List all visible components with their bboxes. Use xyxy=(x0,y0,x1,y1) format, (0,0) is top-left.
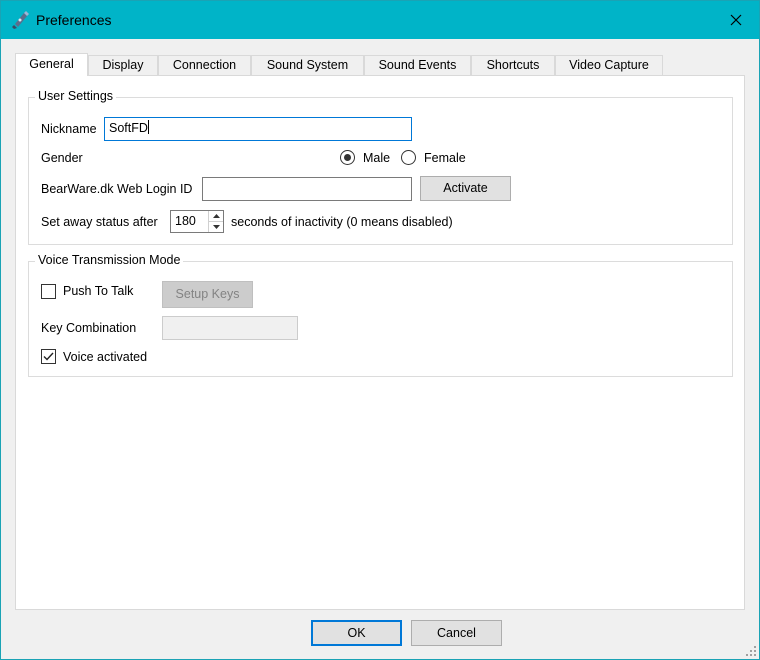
voice-mode-group: Voice Transmission Mode Push To Talk Set… xyxy=(28,253,733,377)
key-combination-field[interactable] xyxy=(162,316,298,340)
away-seconds-value: 180 xyxy=(175,214,196,228)
push-to-talk-checkbox[interactable] xyxy=(41,284,56,299)
gender-male-radio[interactable] xyxy=(340,150,355,165)
tab-general[interactable]: General xyxy=(15,53,88,76)
nickname-value: SoftFD xyxy=(109,121,148,135)
headset-icon xyxy=(11,10,31,30)
tab-shortcuts[interactable]: Shortcuts xyxy=(471,55,555,75)
voice-mode-legend: Voice Transmission Mode xyxy=(35,253,184,267)
tab-display[interactable]: Display xyxy=(88,55,158,75)
radio-selected-dot xyxy=(344,154,351,161)
user-settings-legend: User Settings xyxy=(35,89,117,103)
general-tab-panel: User Settings Nickname SoftFD Gender Mal… xyxy=(15,75,745,610)
nickname-input[interactable]: SoftFD xyxy=(104,117,412,141)
tab-connection[interactable]: Connection xyxy=(158,55,251,75)
gender-female-label: Female xyxy=(424,151,466,165)
user-settings-group: User Settings Nickname SoftFD Gender Mal… xyxy=(28,89,733,245)
voice-activated-label: Voice activated xyxy=(63,350,148,364)
checkmark-icon xyxy=(43,352,54,361)
cancel-button[interactable]: Cancel xyxy=(411,620,502,646)
window-title: Preferences xyxy=(36,12,112,28)
resize-grip-icon[interactable] xyxy=(745,645,757,657)
setup-keys-button[interactable]: Setup Keys xyxy=(162,281,253,308)
spin-up-icon[interactable] xyxy=(209,211,223,222)
web-login-input[interactable] xyxy=(202,177,412,201)
title-bar[interactable]: Preferences xyxy=(1,1,759,39)
web-login-label: BearWare.dk Web Login ID xyxy=(41,182,193,196)
voice-activated-checkbox[interactable] xyxy=(41,349,56,364)
tab-video-capture[interactable]: Video Capture xyxy=(555,55,663,75)
tab-sound-events[interactable]: Sound Events xyxy=(364,55,471,75)
close-icon[interactable] xyxy=(713,1,759,39)
away-label: Set away status after xyxy=(41,215,158,229)
ok-button[interactable]: OK xyxy=(311,620,402,646)
nickname-label: Nickname xyxy=(41,122,97,136)
tab-sound-system[interactable]: Sound System xyxy=(251,55,364,75)
spin-down-icon[interactable] xyxy=(209,222,223,233)
preferences-dialog: Preferences General Display Connection S… xyxy=(0,0,760,660)
push-to-talk-label: Push To Talk xyxy=(63,284,134,298)
gender-female-radio[interactable] xyxy=(401,150,416,165)
spin-buttons xyxy=(208,211,223,232)
away-suffix-label: seconds of inactivity (0 means disabled) xyxy=(231,215,453,229)
away-seconds-spinbox[interactable]: 180 xyxy=(170,210,224,233)
gender-male-label: Male xyxy=(363,151,391,165)
activate-button[interactable]: Activate xyxy=(420,176,511,201)
text-caret xyxy=(147,120,149,134)
key-combination-label: Key Combination xyxy=(41,321,137,335)
gender-label: Gender xyxy=(41,151,83,165)
